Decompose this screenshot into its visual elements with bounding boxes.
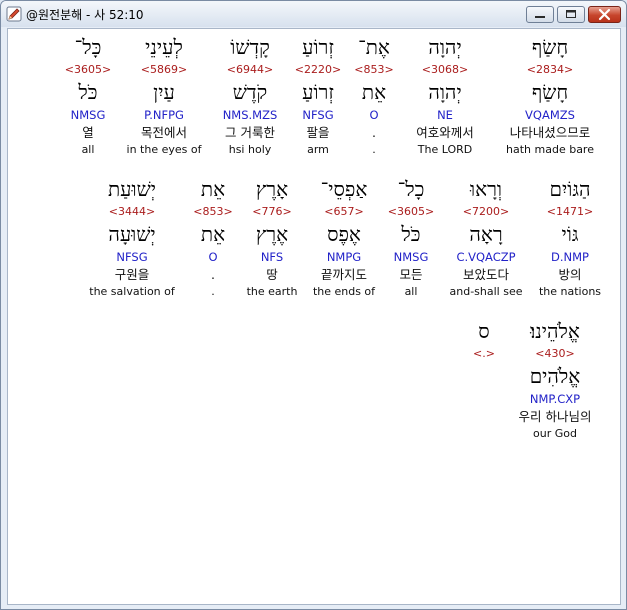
word-column[interactable]: הַגּוֹיִם <1471> גּוֹי D.NMP 방의 the nati…: [515, 174, 620, 300]
parsing-code: D.NMP: [551, 250, 589, 264]
interlinear-pane[interactable]: כָּל־ <3605> כֹּל NMSG 열 all לְעֵינֵי <5…: [7, 28, 621, 605]
edit-pen-icon: [6, 6, 22, 22]
app-window: @원전분해 - 사 52:10 כָּל־ <3605> כֹּל NMSG 열…: [0, 0, 627, 610]
parsing-code: VQAMZS: [525, 108, 575, 122]
parsing-code: NMP.CXP: [529, 392, 581, 406]
parsing-code: NE: [437, 108, 453, 122]
english-gloss: The LORD: [417, 143, 473, 156]
title-bar[interactable]: @원전분해 - 사 52:10: [1, 1, 626, 27]
maximize-icon: [566, 10, 576, 18]
hebrew-word: חָשַׂף: [531, 35, 569, 59]
strong-number[interactable]: <430>: [500, 346, 610, 361]
lemma: יְהוָה: [428, 80, 462, 104]
korean-gloss: 여호와께서: [416, 125, 474, 140]
korean-gloss: 나타내셨으므로: [509, 125, 591, 140]
close-button[interactable]: [588, 6, 621, 23]
korean-gloss: 우리 하나님의: [518, 409, 592, 424]
hebrew-word: אֱלֹהֵינוּ׃: [530, 319, 580, 343]
minimize-button[interactable]: [526, 6, 554, 23]
window-title: @원전분해 - 사 52:10: [26, 8, 144, 22]
close-icon: [598, 8, 611, 21]
word-column[interactable]: יְהוָה <3068> יְהוָה NE 여호와께서 The LORD: [390, 32, 500, 158]
korean-gloss: 방의: [558, 267, 582, 282]
english-gloss: hath made bare: [506, 143, 594, 156]
maximize-button[interactable]: [557, 6, 585, 23]
strong-number[interactable]: <1471>: [515, 204, 620, 219]
hebrew-word: יְהוָה: [428, 35, 462, 59]
lemma: אֱלֹהִים: [529, 364, 581, 388]
strong-number[interactable]: <2834>: [495, 62, 605, 77]
lemma: גּוֹי: [561, 222, 579, 246]
hebrew-word: הַגּוֹיִם: [549, 177, 591, 201]
strong-number[interactable]: <3068>: [390, 62, 500, 77]
word-column[interactable]: אֱלֹהֵינוּ׃ <430> אֱלֹהִים NMP.CXP 우리 하나…: [500, 316, 610, 442]
minimize-icon: [535, 16, 545, 18]
english-gloss: our God: [533, 427, 577, 440]
english-gloss: the nations: [538, 285, 602, 298]
word-column-selected[interactable]: חָשַׂף <2834> חָשַׂף VQAMZS 나타내셨으므로 hath…: [495, 32, 605, 158]
lemma: חָשַׂף: [531, 80, 569, 104]
